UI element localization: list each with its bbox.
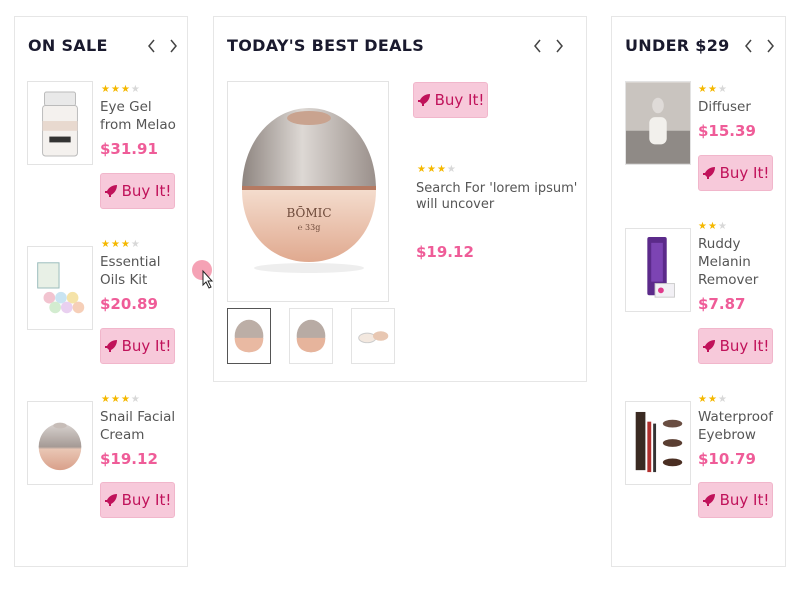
rating-stars: ★ ★ ★ ★ xyxy=(101,395,140,405)
star-icon: ★ xyxy=(101,394,110,405)
star-icon: ★ xyxy=(110,239,120,250)
rating-stars: ★ ★ ★ ★ xyxy=(101,240,140,250)
buy-button-label: Buy It! xyxy=(719,491,770,509)
buy-button[interactable]: Buy It! xyxy=(698,155,773,191)
star-icon: ★ xyxy=(707,84,717,95)
rating-stars: ★ ★ ★ ★ xyxy=(417,165,456,175)
buy-button-label: Buy It! xyxy=(121,491,172,509)
gallery-thumb[interactable] xyxy=(351,308,395,364)
deal-price: $19.12 xyxy=(416,243,474,261)
on-sale-title: ON SALE xyxy=(28,36,108,55)
product-image-eyebrow[interactable] xyxy=(625,401,691,485)
jar-brand-text: BŌMIC xyxy=(286,205,331,220)
under-29-title: UNDER $29 xyxy=(625,36,730,55)
buy-button[interactable]: Buy It! xyxy=(100,173,175,209)
product-name[interactable]: Waterproof Eyebrow xyxy=(698,408,778,444)
on-sale-arrows xyxy=(144,37,180,55)
rocket-icon xyxy=(702,167,715,179)
product-name[interactable]: Essential Oils Kit xyxy=(100,253,180,289)
product-price: $10.79 xyxy=(698,450,756,468)
rocket-icon xyxy=(702,340,715,352)
star-icon: ★ xyxy=(417,164,426,175)
on-sale-panel: ON SALE ★ ★ ★ ★ Eye Gel from Melao $31.91 B… xyxy=(14,16,188,567)
best-deals-arrows xyxy=(530,37,566,55)
product-name[interactable]: Ruddy Melanin Remover xyxy=(698,235,778,289)
star-icon: ★ xyxy=(707,221,717,232)
star-icon: ★ xyxy=(698,394,707,405)
buy-button-label: Buy It! xyxy=(719,337,770,355)
product-price: $15.39 xyxy=(698,122,756,140)
star-icon: ★ xyxy=(130,239,140,250)
chevron-right-icon[interactable] xyxy=(166,37,180,55)
star-icon: ★ xyxy=(717,84,727,95)
under-29-arrows xyxy=(741,37,777,55)
buy-button-label: Buy It! xyxy=(121,337,172,355)
chevron-right-icon[interactable] xyxy=(763,37,777,55)
buy-button[interactable]: Buy It! xyxy=(100,328,175,364)
star-icon: ★ xyxy=(446,164,456,175)
cosmetic-jar-icon: BŌMIC ℮ 33g xyxy=(242,108,376,273)
star-icon: ★ xyxy=(698,221,707,232)
rocket-icon xyxy=(702,494,715,506)
star-icon: ★ xyxy=(436,164,446,175)
rocket-icon xyxy=(104,185,117,197)
star-icon: ★ xyxy=(426,164,436,175)
product-image-essential-oils[interactable] xyxy=(27,246,93,330)
chevron-left-icon[interactable] xyxy=(144,37,158,55)
chevron-left-icon[interactable] xyxy=(530,37,544,55)
under-29-panel: UNDER $29 ★ ★ ★ Diffuser $15.39 Buy It! ★ ★… xyxy=(611,16,786,567)
product-name[interactable]: Snail Facial Cream xyxy=(100,408,180,444)
mouse-cursor xyxy=(191,258,217,290)
jar-weight-text: ℮ 33g xyxy=(298,223,321,232)
product-image-snail-cream[interactable] xyxy=(27,401,93,485)
product-price: $20.89 xyxy=(100,295,158,313)
product-image-eye-gel[interactable] xyxy=(27,81,93,165)
star-icon: ★ xyxy=(101,84,110,95)
product-name[interactable]: Diffuser xyxy=(698,98,778,116)
star-icon: ★ xyxy=(130,84,140,95)
main-product-image[interactable]: BŌMIC ℮ 33g xyxy=(227,81,389,302)
star-icon: ★ xyxy=(120,239,130,250)
rocket-icon xyxy=(417,94,430,106)
buy-button[interactable]: Buy It! xyxy=(698,328,773,364)
star-icon: ★ xyxy=(707,394,717,405)
star-icon: ★ xyxy=(110,84,120,95)
product-image-diffuser[interactable] xyxy=(625,81,691,165)
star-icon: ★ xyxy=(717,221,727,232)
chevron-right-icon[interactable] xyxy=(552,37,566,55)
buy-button[interactable]: Buy It! xyxy=(698,482,773,518)
rocket-icon xyxy=(104,494,117,506)
rating-stars: ★ ★ ★ xyxy=(698,85,727,95)
chevron-left-icon[interactable] xyxy=(741,37,755,55)
deal-description[interactable]: Search For 'lorem ipsum' will uncover xyxy=(416,181,581,213)
rating-stars: ★ ★ ★ xyxy=(698,222,727,232)
best-deals-title: TODAY'S BEST DEALS xyxy=(227,36,425,55)
star-icon: ★ xyxy=(101,239,110,250)
star-icon: ★ xyxy=(120,394,130,405)
best-deals-panel: TODAY'S BEST DEALS BŌMIC ℮ 33g Buy It! ★… xyxy=(213,16,587,382)
buy-button[interactable]: Buy It! xyxy=(413,82,488,118)
star-icon: ★ xyxy=(120,84,130,95)
star-icon: ★ xyxy=(110,394,120,405)
gallery-thumb[interactable] xyxy=(289,308,333,364)
buy-button-label: Buy It! xyxy=(121,182,172,200)
gallery-thumb[interactable] xyxy=(227,308,271,364)
product-name[interactable]: Eye Gel from Melao xyxy=(100,98,180,134)
star-icon: ★ xyxy=(717,394,727,405)
rating-stars: ★ ★ ★ ★ xyxy=(101,85,140,95)
star-icon: ★ xyxy=(130,394,140,405)
rating-stars: ★ ★ ★ xyxy=(698,395,727,405)
rocket-icon xyxy=(104,340,117,352)
product-image-melanin-remover[interactable] xyxy=(625,228,691,312)
buy-button-label: Buy It! xyxy=(434,91,485,109)
product-price: $31.91 xyxy=(100,140,158,158)
buy-button-label: Buy It! xyxy=(719,164,770,182)
product-price: $7.87 xyxy=(698,295,746,313)
buy-button[interactable]: Buy It! xyxy=(100,482,175,518)
star-icon: ★ xyxy=(698,84,707,95)
product-price: $19.12 xyxy=(100,450,158,468)
